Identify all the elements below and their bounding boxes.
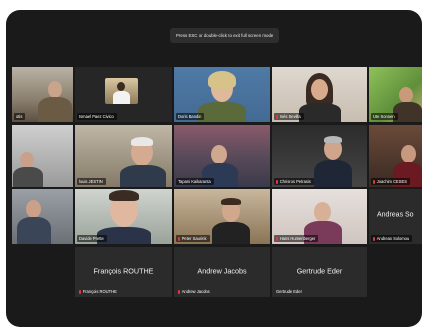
- participant-name-label: Peter Saurink: [176, 235, 210, 242]
- participant-name-label: Davide Prette: [77, 235, 107, 242]
- mic-muted-icon: [178, 289, 181, 294]
- participant-name-label: Inés Sevilla: [274, 113, 304, 120]
- mic-muted-icon: [276, 236, 279, 241]
- fullscreen-exit-hint: Press ESC or double-click to exit full s…: [170, 28, 280, 43]
- participant-tile[interactable]: Doris Bandin: [174, 67, 270, 122]
- mic-muted-icon: [276, 114, 279, 119]
- participant-tile[interactable]: Joachim CESES: [369, 125, 422, 187]
- participant-tile[interactable]: Hans Humenberger: [272, 189, 367, 244]
- participant-tile[interactable]: Andreas So Andreas Solomou: [369, 189, 422, 244]
- video-call-window: Press ESC or double-click to exit full s…: [6, 10, 422, 327]
- participant-tile[interactable]: [12, 189, 73, 244]
- participant-display-name: Gertrude Eder: [296, 266, 343, 276]
- participant-tile-active-speaker[interactable]: Davide Prette: [75, 189, 172, 244]
- mic-muted-icon: [276, 179, 279, 184]
- participant-tile[interactable]: Chrisros Petrasis: [272, 125, 367, 187]
- participant-tile[interactable]: Peter Saurink: [174, 189, 270, 244]
- participant-tile[interactable]: Tapani Kaikaranta: [174, 125, 270, 187]
- participant-tile[interactable]: louis JESTIN: [75, 125, 172, 187]
- participant-tile[interactable]: otis: [12, 67, 73, 122]
- participant-name-label: otis: [14, 113, 26, 120]
- participant-name-label: Andreas Solomou: [371, 235, 413, 242]
- participant-name-label: Doris Bandin: [176, 113, 205, 120]
- participant-name-label: François ROUTHE: [77, 288, 120, 295]
- participant-tile[interactable]: Ismael Paez Civico: [75, 67, 172, 122]
- participant-name-label: Hans Humenberger: [274, 235, 319, 242]
- participant-display-name: Andrew Jacobs: [197, 266, 247, 276]
- participant-tile[interactable]: Gertrude Eder Gertrude Eder: [272, 247, 367, 297]
- participant-tile[interactable]: Ute Sonnen: [369, 67, 422, 122]
- participant-name-label: louis JESTIN: [77, 178, 106, 185]
- participant-name-label: Chrisros Petrasis: [274, 178, 314, 185]
- mic-muted-icon: [178, 236, 181, 241]
- participant-tile[interactable]: [12, 125, 73, 187]
- participant-tile[interactable]: Andrew Jacobs Andrew Jacobs: [174, 247, 270, 297]
- participant-tile[interactable]: Inés Sevilla: [272, 67, 367, 122]
- participant-display-name: Andreas So: [377, 211, 414, 219]
- participant-name-label: Andrew Jacobs: [176, 288, 213, 295]
- participant-name-label: Joachim CESES: [371, 178, 410, 185]
- participant-name-label: Tapani Kaikaranta: [176, 178, 214, 185]
- participant-name-label: Gertrude Eder: [276, 289, 302, 294]
- mic-muted-icon: [79, 289, 82, 294]
- participant-name-label: Ismael Paez Civico: [77, 113, 117, 120]
- mic-muted-icon: [373, 179, 376, 184]
- mic-muted-icon: [373, 236, 376, 241]
- participant-name-label: Ute Sonnen: [371, 113, 398, 120]
- participant-tile[interactable]: François ROUTHE François ROUTHE: [75, 247, 172, 297]
- participant-display-name: François ROUTHE: [93, 266, 154, 276]
